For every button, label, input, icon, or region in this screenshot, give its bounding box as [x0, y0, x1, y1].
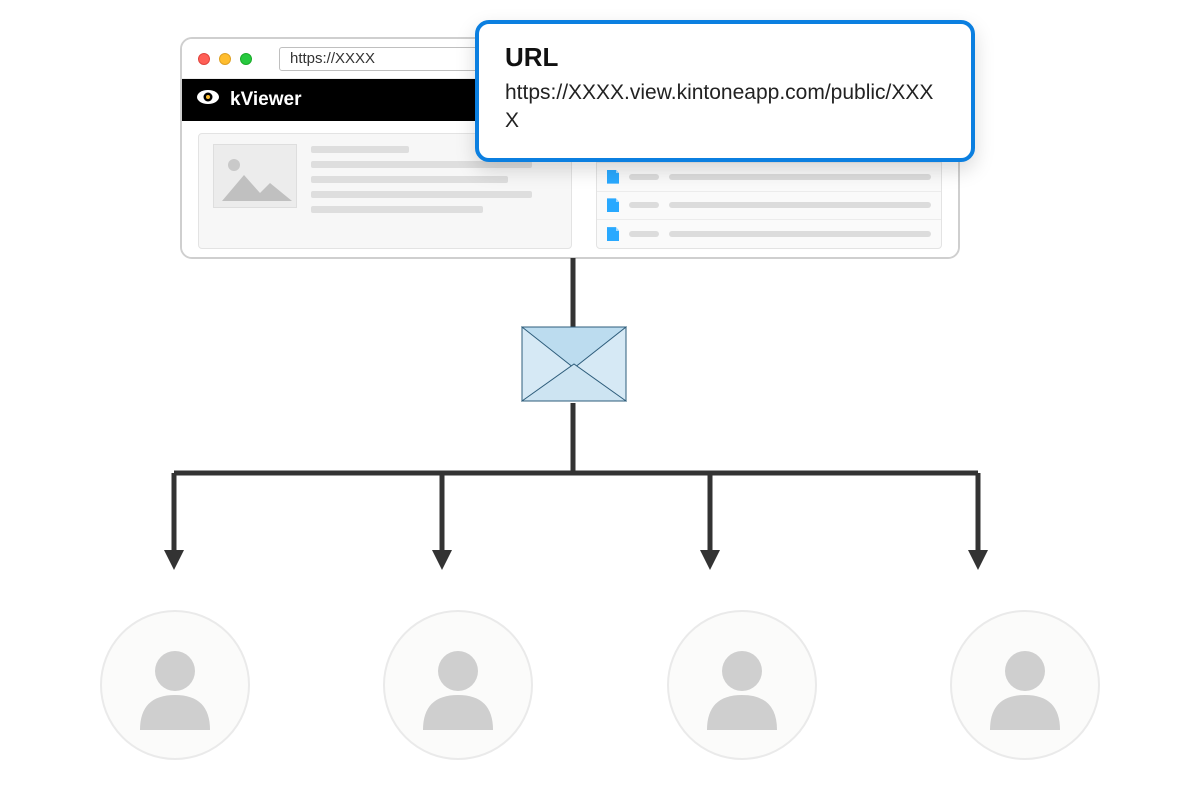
document-icon — [607, 227, 619, 241]
user-avatar — [667, 610, 817, 760]
eye-icon — [196, 85, 220, 115]
traffic-light-zoom-icon — [240, 53, 252, 65]
url-popover: URL https://XXXX.view.kintoneapp.com/pub… — [475, 20, 975, 162]
user-avatar — [383, 610, 533, 760]
list-item — [597, 220, 941, 248]
users-row — [100, 610, 1100, 760]
list-item — [597, 192, 941, 221]
flow-connectors — [130, 258, 1070, 588]
image-placeholder-icon — [213, 144, 297, 208]
popover-title: URL — [505, 42, 945, 73]
traffic-light-close-icon — [198, 53, 210, 65]
envelope-icon — [521, 326, 627, 402]
list-item — [597, 163, 941, 192]
user-avatar — [950, 610, 1100, 760]
user-avatar — [100, 610, 250, 760]
document-icon — [607, 198, 619, 212]
app-name: kViewer — [230, 89, 301, 111]
document-icon — [607, 170, 619, 184]
popover-url-text: https://XXXX.view.kintoneapp.com/public/… — [505, 79, 945, 136]
traffic-light-minimize-icon — [219, 53, 231, 65]
